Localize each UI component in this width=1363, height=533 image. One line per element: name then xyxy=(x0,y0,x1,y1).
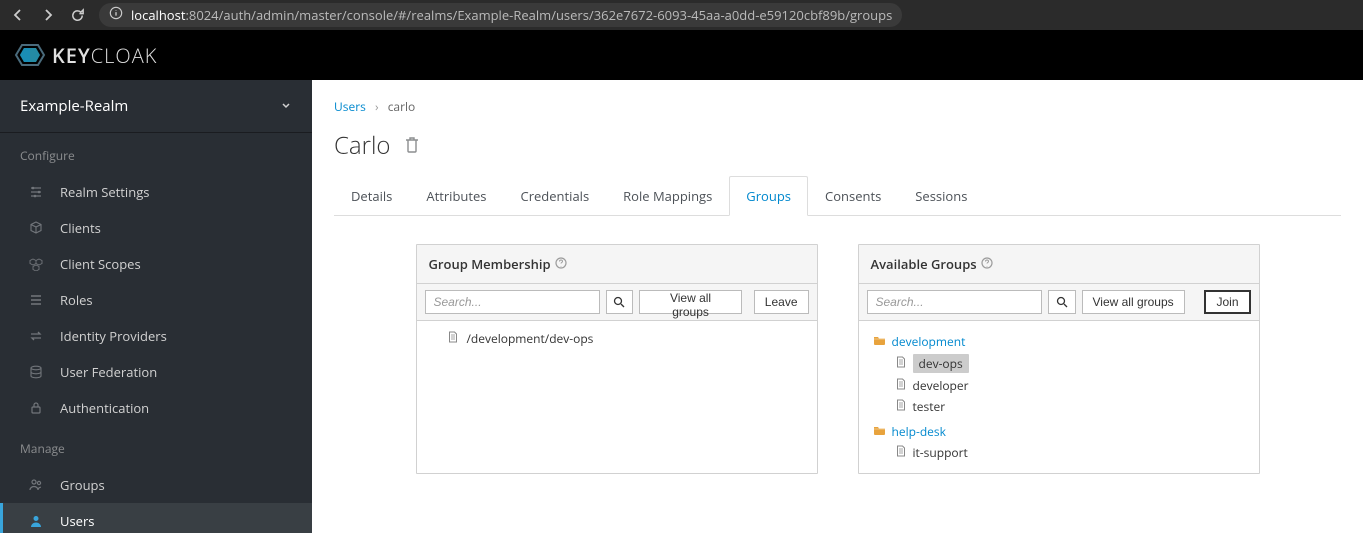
tree-item-it-support[interactable]: it-support xyxy=(895,442,1245,463)
tree-item-developer[interactable]: developer xyxy=(895,375,1245,396)
forward-icon[interactable] xyxy=(40,7,56,23)
tab-role-mappings[interactable]: Role Mappings xyxy=(606,176,729,215)
sidebar-item-label: Groups xyxy=(60,476,105,494)
list-icon xyxy=(28,292,44,308)
sidebar-item-client-scopes[interactable]: Client Scopes xyxy=(0,246,312,282)
tree-item-dev-ops[interactable]: dev-ops xyxy=(895,352,1245,375)
cube-icon xyxy=(28,220,44,236)
search-icon xyxy=(613,296,625,308)
lock-icon xyxy=(28,400,44,416)
sidebar-item-realm-settings[interactable]: Realm Settings xyxy=(0,174,312,210)
exchange-icon xyxy=(28,328,44,344)
database-icon xyxy=(28,364,44,380)
user-icon xyxy=(28,513,44,529)
sidebar-section-manage: Manage xyxy=(0,426,312,467)
leave-button[interactable]: Leave xyxy=(754,290,809,314)
file-icon xyxy=(447,330,459,347)
sidebar-item-label: User Federation xyxy=(60,363,157,381)
sidebar-item-label: Roles xyxy=(60,291,93,309)
search-icon xyxy=(1056,296,1068,308)
info-icon xyxy=(109,6,123,24)
panel-header-available: Available Groups xyxy=(859,245,1259,284)
trash-icon[interactable] xyxy=(404,129,420,162)
sidebar-item-authentication[interactable]: Authentication xyxy=(0,390,312,426)
join-button[interactable]: Join xyxy=(1204,290,1250,314)
folder-icon xyxy=(873,333,886,350)
sidebar-item-label: Realm Settings xyxy=(60,183,149,201)
membership-toolbar: View all groups Leave xyxy=(417,284,817,321)
available-view-all-button[interactable]: View all groups xyxy=(1082,290,1185,314)
keycloak-logo[interactable]: KEYCLOAK xyxy=(14,41,157,69)
sidebar-item-label: Clients xyxy=(60,219,101,237)
available-search-button[interactable] xyxy=(1048,290,1076,314)
tree-folder-help-desk[interactable]: help-desk xyxy=(873,421,1245,442)
file-icon xyxy=(895,355,907,372)
page-title: Carlo xyxy=(334,129,1341,162)
tab-details[interactable]: Details xyxy=(334,176,409,215)
logo-text: KEYCLOAK xyxy=(52,42,157,69)
tab-groups[interactable]: Groups xyxy=(729,176,808,216)
sidebar-section-configure: Configure xyxy=(0,133,312,174)
sidebar-item-label: Users xyxy=(60,512,94,530)
tree-item-tester[interactable]: tester xyxy=(895,396,1245,417)
available-search-input[interactable] xyxy=(867,290,1042,314)
realm-name: Example-Realm xyxy=(20,96,128,116)
cubes-icon xyxy=(28,256,44,272)
sidebar-item-clients[interactable]: Clients xyxy=(0,210,312,246)
help-icon[interactable] xyxy=(981,256,993,273)
tabs: DetailsAttributesCredentialsRole Mapping… xyxy=(334,176,1341,216)
breadcrumb-current: carlo xyxy=(388,98,416,115)
file-icon xyxy=(895,377,907,394)
available-toolbar: View all groups Join xyxy=(859,284,1259,321)
sidebar-item-users[interactable]: Users xyxy=(0,503,312,533)
tab-attributes[interactable]: Attributes xyxy=(409,176,503,215)
sidebar-item-label: Authentication xyxy=(60,399,149,417)
sidebar-item-roles[interactable]: Roles xyxy=(0,282,312,318)
membership-search-button[interactable] xyxy=(606,290,634,314)
sidebar-item-identity-providers[interactable]: Identity Providers xyxy=(0,318,312,354)
tree-folder-development[interactable]: development xyxy=(873,331,1245,352)
folder-icon xyxy=(873,423,886,440)
membership-item[interactable]: /development/dev-ops xyxy=(417,325,817,352)
membership-view-all-button[interactable]: View all groups xyxy=(639,290,742,314)
sidebar-item-label: Client Scopes xyxy=(60,255,141,273)
membership-search-input[interactable] xyxy=(425,290,600,314)
tab-consents[interactable]: Consents xyxy=(808,176,898,215)
panel-header-membership: Group Membership xyxy=(417,245,817,284)
tab-sessions[interactable]: Sessions xyxy=(898,176,984,215)
group-membership-panel: Group Membership View all groups Leave /… xyxy=(416,244,818,474)
users-icon xyxy=(28,477,44,493)
sidebar-item-user-federation[interactable]: User Federation xyxy=(0,354,312,390)
main-content: Users › carlo Carlo DetailsAttributesCre… xyxy=(312,80,1363,533)
realm-selector[interactable]: Example-Realm xyxy=(0,80,312,133)
available-groups-panel: Available Groups View all groups Join de… xyxy=(858,244,1260,474)
logo-icon xyxy=(14,41,46,69)
app-header: KEYCLOAK xyxy=(0,30,1363,80)
url-bar[interactable]: localhost:8024/auth/admin/master/console… xyxy=(99,3,902,27)
file-icon xyxy=(895,398,907,415)
url-text: localhost:8024/auth/admin/master/console… xyxy=(131,6,892,24)
chevron-down-icon xyxy=(280,97,292,115)
browser-chrome: localhost:8024/auth/admin/master/console… xyxy=(0,0,1363,30)
sidebar: Example-Realm Configure Realm Settings Cl… xyxy=(0,80,312,533)
file-icon xyxy=(895,444,907,461)
help-icon[interactable] xyxy=(555,256,567,273)
breadcrumb-root[interactable]: Users xyxy=(334,98,366,115)
back-icon[interactable] xyxy=(10,7,26,23)
tab-credentials[interactable]: Credentials xyxy=(504,176,607,215)
sidebar-item-groups[interactable]: Groups xyxy=(0,467,312,503)
sidebar-item-label: Identity Providers xyxy=(60,327,167,345)
breadcrumb: Users › carlo xyxy=(334,98,1341,115)
sliders-icon xyxy=(28,184,44,200)
reload-icon[interactable] xyxy=(70,8,85,23)
